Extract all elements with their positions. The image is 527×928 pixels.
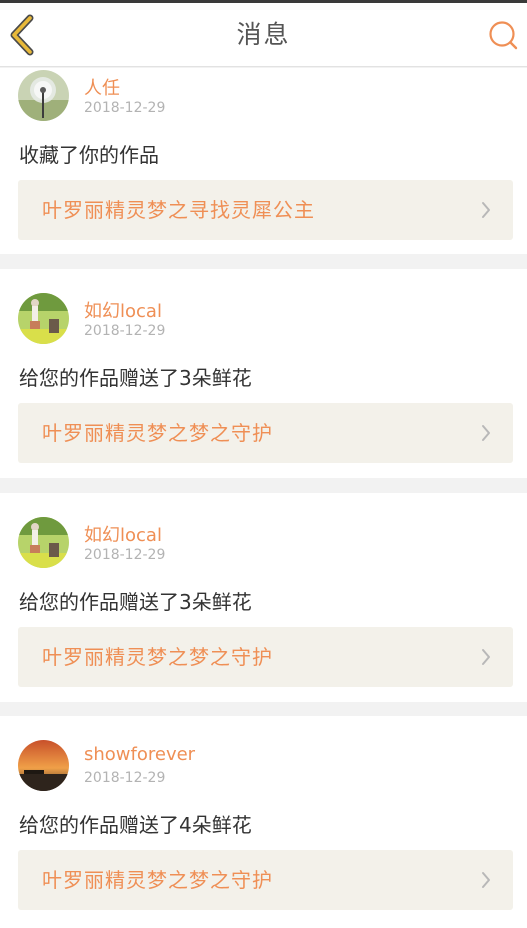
username[interactable]: 如幻local [84,521,162,547]
work-link[interactable]: 叶罗丽精灵梦之梦之守护 [18,850,513,910]
work-title: 叶罗丽精灵梦之寻找灵犀公主 [42,198,315,222]
message-card: 如幻local 2018-12-29 给您的作品赠送了3朵鲜花 叶罗丽精灵梦之梦… [0,269,527,478]
avatar[interactable] [18,517,69,568]
navbar: 消息 [0,3,527,67]
page-title: 消息 [236,20,291,49]
search-button[interactable] [487,19,521,53]
work-title: 叶罗丽精灵梦之梦之守护 [42,645,273,669]
message-card: showforever 2018-12-29 给您的作品赠送了4朵鲜花 叶罗丽精… [0,716,527,928]
avatar[interactable] [18,740,69,791]
work-title: 叶罗丽精灵梦之梦之守护 [42,421,273,445]
sunset-avatar-image [18,740,69,791]
garden-figure-avatar-image [18,517,69,568]
chevron-right-icon [482,872,490,888]
work-link[interactable]: 叶罗丽精灵梦之寻找灵犀公主 [18,180,513,240]
chevron-right-icon [482,649,490,665]
chevron-right-icon [482,425,490,441]
message-text: 给您的作品赠送了3朵鲜花 [19,366,252,390]
message-date: 2018-12-29 [84,100,166,116]
message-date: 2018-12-29 [84,547,166,563]
work-link[interactable]: 叶罗丽精灵梦之梦之守护 [18,627,513,687]
message-text: 给您的作品赠送了4朵鲜花 [19,813,252,837]
message-date: 2018-12-29 [84,770,166,786]
avatar[interactable] [18,70,69,121]
username[interactable]: 人任 [84,74,120,100]
username[interactable]: showforever [84,744,195,765]
work-title: 叶罗丽精灵梦之梦之守护 [42,868,273,892]
avatar[interactable] [18,293,69,344]
work-link[interactable]: 叶罗丽精灵梦之梦之守护 [18,403,513,463]
message-text: 收藏了你的作品 [19,143,159,167]
dandelion-avatar-image [18,70,69,121]
message-card: 人任 2018-12-29 收藏了你的作品 叶罗丽精灵梦之寻找灵犀公主 [0,68,527,254]
chevron-right-icon [482,202,490,218]
search-icon [489,21,518,50]
garden-figure-avatar-image [18,293,69,344]
message-card: 如幻local 2018-12-29 给您的作品赠送了3朵鲜花 叶罗丽精灵梦之梦… [0,493,527,702]
message-text: 给您的作品赠送了3朵鲜花 [19,590,252,614]
username[interactable]: 如幻local [84,297,162,323]
message-date: 2018-12-29 [84,323,166,339]
